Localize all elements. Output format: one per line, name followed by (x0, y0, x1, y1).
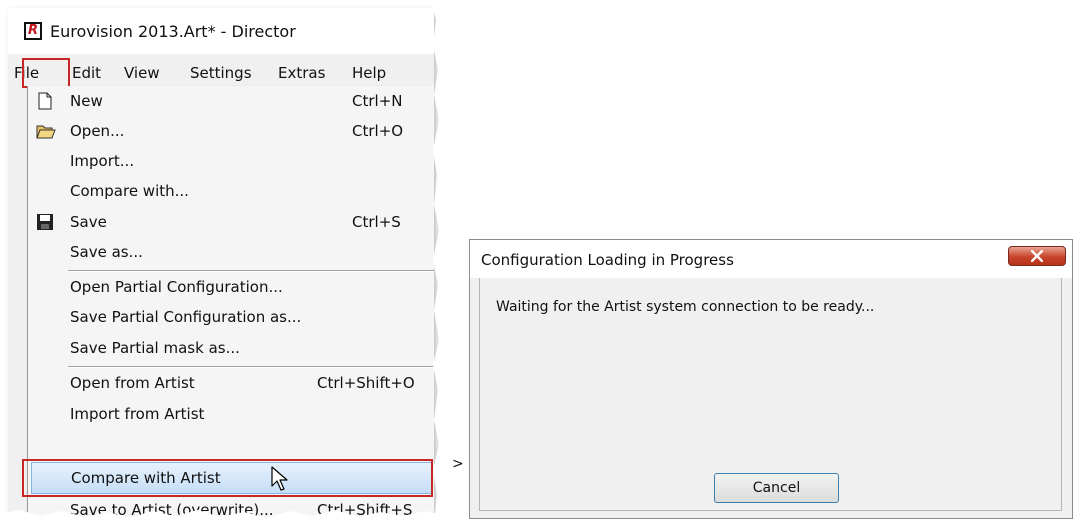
app-logo-icon: R (24, 22, 42, 40)
menu-item-open-from-artist[interactable]: Open from Artist Ctrl+Shift+O (28, 368, 434, 399)
dialog-message: Waiting for the Artist system connection… (496, 299, 875, 315)
new-file-icon (36, 92, 54, 110)
dialog-close-button[interactable] (1008, 246, 1066, 266)
title-bar: R Eurovision 2013.Art* - Director (8, 8, 434, 54)
menu-item-import[interactable]: Import... (28, 146, 434, 177)
config-loading-dialog: Configuration Loading in Progress Waitin… (469, 239, 1073, 519)
menu-item-label: Save Partial Configuration as... (70, 308, 302, 326)
menu-item-save-as[interactable]: Save as... (28, 237, 434, 268)
menu-item-label: Save Partial mask as... (70, 339, 240, 357)
menu-help[interactable]: Help (352, 64, 386, 82)
menu-item-shortcut: Ctrl+N (352, 92, 403, 110)
cancel-button[interactable]: Cancel (714, 473, 839, 503)
menu-item-label: Compare with... (70, 182, 189, 200)
dialog-title-bar: Configuration Loading in Progress (470, 240, 1072, 278)
menu-edit[interactable]: Edit (72, 64, 101, 82)
menu-item-save-partial-configuration[interactable]: Save Partial Configuration as... (28, 302, 434, 333)
mouse-cursor-icon (271, 466, 288, 491)
menu-item-new[interactable]: New Ctrl+N (28, 86, 434, 117)
menu-item-label: Open Partial Configuration... (70, 278, 283, 296)
menu-item-import-from-artist[interactable]: Import from Artist (28, 399, 434, 430)
menu-item-label: New (70, 92, 103, 110)
menu-item-shortcut: Ctrl+O (352, 122, 404, 140)
menu-item-shortcut: Ctrl+Shift+O (317, 374, 415, 392)
menu-view[interactable]: View (124, 64, 160, 82)
menu-item-label: Save as... (70, 243, 143, 261)
file-dropdown-menu: New Ctrl+N Open... Ctrl+O Import... Comp… (27, 86, 434, 518)
save-disk-icon (36, 213, 54, 231)
compare-with-artist-highlight-box (22, 459, 433, 497)
menu-item-label: Import... (70, 152, 135, 170)
menu-item-label: Open from Artist (70, 374, 195, 392)
menu-item-label: Save (70, 213, 107, 231)
menu-item-open[interactable]: Open... Ctrl+O (28, 116, 434, 147)
menu-item-compare-with[interactable]: Compare with... (28, 176, 434, 207)
window-title: Eurovision 2013.Art* - Director (50, 22, 296, 41)
torn-edge-bottom (0, 510, 440, 522)
open-folder-icon (36, 122, 56, 140)
menu-extras[interactable]: Extras (278, 64, 325, 82)
flow-arrow-mark: > (452, 456, 464, 472)
menu-item-save-partial-mask[interactable]: Save Partial mask as... (28, 333, 434, 364)
menu-item-shortcut: Ctrl+S (352, 213, 401, 231)
close-x-icon (1031, 250, 1043, 262)
menu-item-label: Open... (70, 122, 125, 140)
torn-edge-right (431, 0, 443, 522)
menu-bar: File Edit View Settings Extras Help (8, 60, 434, 86)
menu-item-save[interactable]: Save Ctrl+S (28, 207, 434, 238)
menu-settings[interactable]: Settings (190, 64, 252, 82)
file-menu-highlight-box (22, 58, 70, 88)
menu-item-open-partial-configuration[interactable]: Open Partial Configuration... (28, 272, 434, 303)
menu-item-label: Import from Artist (70, 405, 205, 423)
director-window: R Eurovision 2013.Art* - Director File E… (8, 8, 434, 518)
dialog-title: Configuration Loading in Progress (481, 251, 734, 269)
